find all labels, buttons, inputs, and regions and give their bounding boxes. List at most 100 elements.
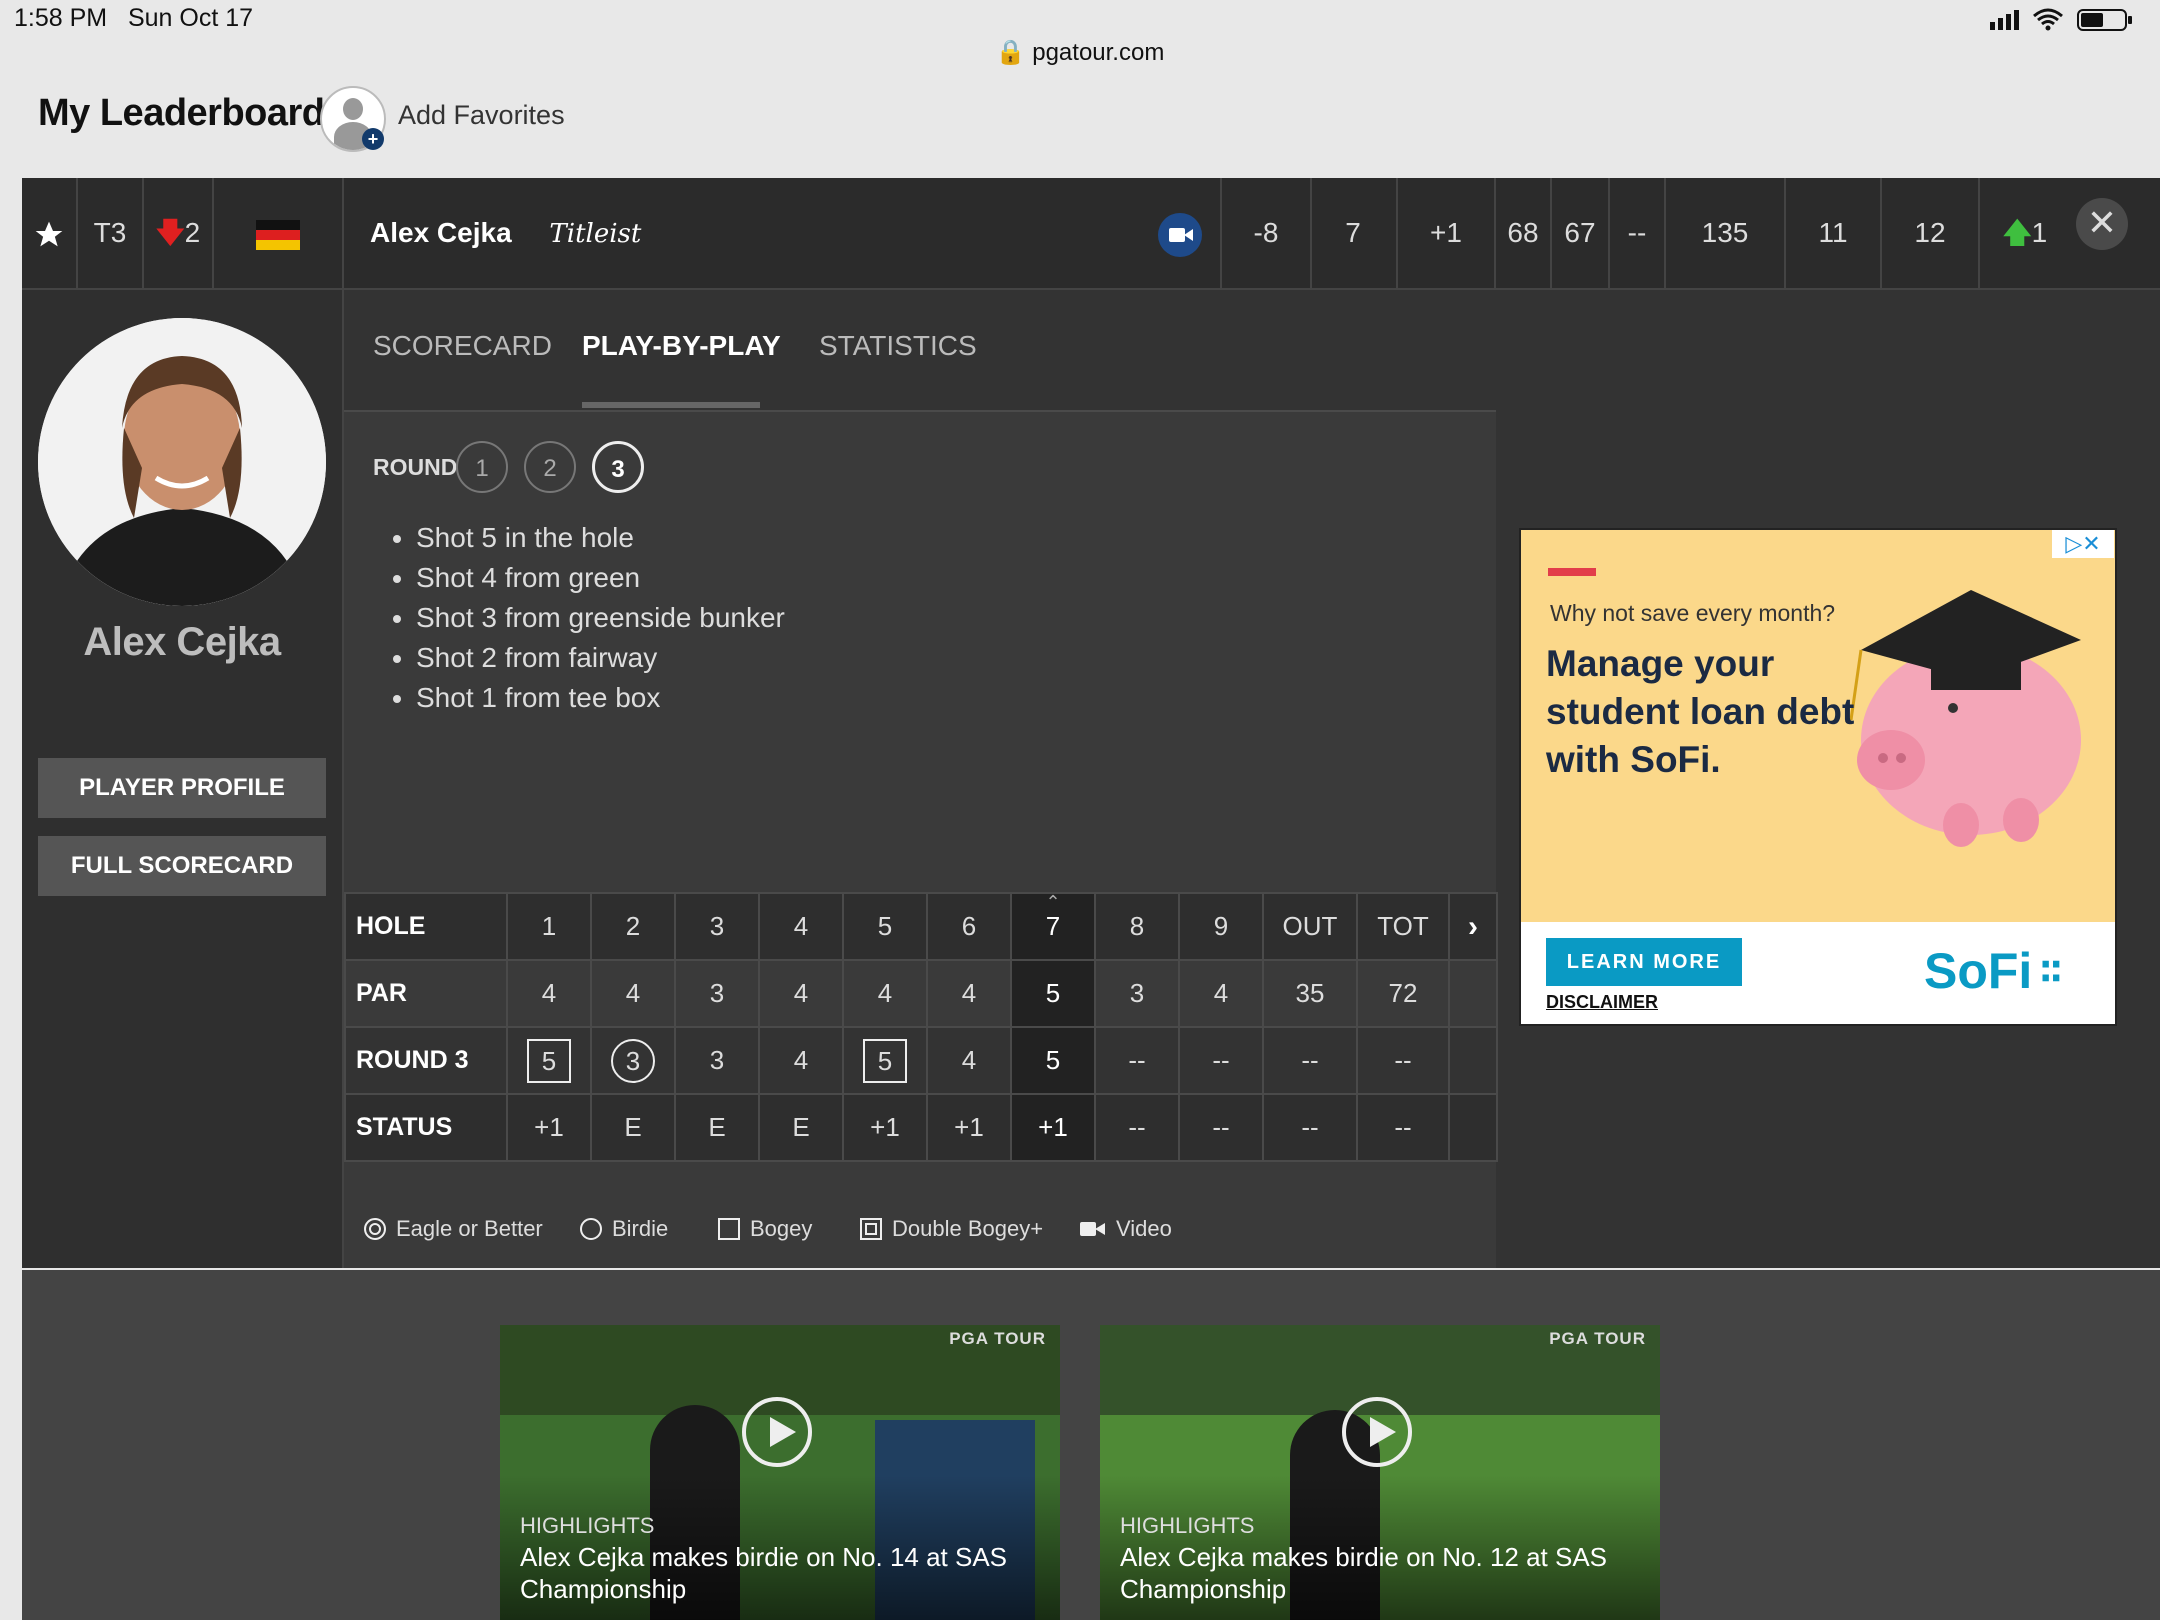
play-icon[interactable] [742, 1397, 812, 1467]
round-1-button[interactable]: 1 [456, 441, 508, 493]
square-icon [718, 1218, 740, 1240]
tab-statistics[interactable]: STATISTICS [819, 330, 977, 362]
tab-scorecard[interactable]: SCORECARD [373, 330, 552, 362]
hole-cell: 3 [674, 892, 760, 961]
table-row: HOLE 1 2 3 4 5 6 ⌃ 7 8 9 OUT TOT › [344, 892, 1498, 961]
ad-headline: Manage your student loan debt with SoFi. [1546, 643, 1855, 780]
hole-cell: 6 [926, 892, 1012, 961]
video-card[interactable]: PGA TOUR HIGHLIGHTS Alex Cejka makes bir… [1100, 1325, 1660, 1620]
score-cell-bogey: 5 [842, 1026, 928, 1095]
player-photo [38, 318, 326, 606]
score-cell: -- [1262, 1026, 1358, 1095]
hole-cell: 5 [842, 892, 928, 961]
system-icons [1990, 6, 2140, 39]
score-cell: 4 [758, 1026, 844, 1095]
score-cell: -- [1178, 1026, 1264, 1095]
par-cell: 4 [1178, 959, 1264, 1028]
circle-icon [580, 1218, 602, 1240]
row-label: HOLE [344, 892, 508, 961]
stat-a: 11 [1786, 178, 1882, 288]
list-item: Shot 2 from fairway [416, 638, 785, 678]
to-par: -8 [1220, 178, 1312, 288]
dots-logo-icon: ∶∶ [2040, 951, 2062, 992]
caret-up-icon: ⌃ [1045, 892, 1061, 912]
legend-birdie: Birdie [580, 1216, 668, 1242]
par-cell: 5 [1010, 959, 1096, 1028]
address-bar[interactable]: 🔒 pgatour.com [0, 38, 2160, 67]
video-category: HIGHLIGHTS [1120, 1513, 1255, 1538]
score-cell: -- [1356, 1026, 1450, 1095]
battery-icon [1990, 8, 2132, 31]
video-section [22, 1270, 2160, 1620]
status-cell: -- [1178, 1093, 1264, 1162]
score-cell: 4 [926, 1026, 1012, 1095]
chevron-right-icon[interactable]: › [1448, 892, 1498, 961]
round-2-score: 67 [1552, 178, 1610, 288]
tab-play-by-play[interactable]: PLAY-BY-PLAY [582, 330, 781, 362]
ad-subheading: Why not save every month? [1550, 600, 1836, 626]
video-brand: PGA TOUR [949, 1329, 1046, 1348]
par-cell: 72 [1356, 959, 1450, 1028]
par-cell: 4 [758, 959, 844, 1028]
learn-more-button[interactable]: LEARN MORE [1546, 938, 1742, 986]
current-hole-cell: ⌃ 7 [1010, 892, 1096, 961]
germany-flag-icon [214, 178, 344, 288]
arrow-down-icon: 🡇 [155, 217, 185, 248]
score-cell-birdie: 3 [590, 1026, 676, 1095]
row-label: ROUND 3 [344, 1026, 508, 1095]
status-cell: +1 [506, 1093, 592, 1162]
player-card-name: Alex Cejka [83, 620, 281, 664]
row-label: STATUS [344, 1093, 508, 1162]
ad-accent-line [1548, 568, 1596, 576]
par-cell: 4 [590, 959, 676, 1028]
thru: 7 [1310, 178, 1398, 288]
disclaimer-link[interactable]: DISCLAIMER [1546, 992, 1658, 1013]
status-cell: +1 [1010, 1093, 1096, 1162]
round-3-score: -- [1610, 178, 1666, 288]
table-row: ROUND 3 5 3 3 4 5 4 5 -- -- -- -- [344, 1026, 1498, 1095]
add-favorites-link[interactable]: Add Favorites [398, 100, 565, 131]
legend-video: Video [1080, 1216, 1172, 1242]
hole-cell: 9 [1178, 892, 1264, 961]
shot-list: Shot 5 in the hole Shot 4 from green Sho… [380, 518, 785, 718]
favorite-star-icon[interactable] [22, 178, 78, 288]
double-circle-icon [364, 1218, 386, 1240]
table-row: PAR 4 4 3 4 4 4 5 3 4 35 72 [344, 959, 1498, 1028]
close-icon[interactable]: ✕ [2076, 198, 2128, 250]
hole-cell: 8 [1094, 892, 1180, 961]
round-3-button[interactable]: 3 [592, 441, 644, 493]
plus-icon[interactable]: + [362, 128, 384, 150]
table-row: STATUS +1 E E E +1 +1 +1 -- -- -- -- [344, 1093, 1498, 1162]
ad-choices-icon[interactable]: ▷✕ [2052, 530, 2114, 558]
par-cell: 4 [506, 959, 592, 1028]
video-card[interactable]: PGA TOUR HIGHLIGHTS Alex Cejka makes bir… [500, 1325, 1060, 1620]
list-item: Shot 5 in the hole [416, 518, 785, 558]
play-icon[interactable] [1342, 1397, 1412, 1467]
video-camera-icon[interactable] [1140, 178, 1222, 288]
status-cell: E [590, 1093, 676, 1162]
lock-icon: 🔒 [995, 39, 1026, 66]
hole-cell: TOT [1356, 892, 1450, 961]
status-cell: E [758, 1093, 844, 1162]
player-profile-button[interactable]: PLAYER PROFILE [38, 758, 326, 818]
full-scorecard-button[interactable]: FULL SCORECARD [38, 836, 326, 896]
video-title[interactable]: Alex Cejka makes birdie on No. 14 at SAS… [520, 1541, 1020, 1605]
sofi-logo: SoFi ∶∶ [1924, 943, 2062, 999]
sponsor-logo: Titleist [549, 219, 642, 249]
legend-bogey: Bogey [718, 1216, 812, 1242]
status-cell: -- [1094, 1093, 1180, 1162]
round-2-button[interactable]: 2 [524, 441, 576, 493]
status-time: 1:58 PM Sun Oct 17 [14, 4, 254, 32]
status-cell: +1 [926, 1093, 1012, 1162]
row-label: PAR [344, 959, 508, 1028]
video-category: HIGHLIGHTS [520, 1513, 655, 1538]
player-name-cell[interactable]: Alex Cejka Titleist [344, 178, 1214, 288]
arrow-up-icon: 🡅 [2002, 217, 2032, 248]
url-text: pgatour.com [1032, 39, 1165, 66]
hole-cell: 1 [506, 892, 592, 961]
score-cell: -- [1094, 1026, 1180, 1095]
video-title[interactable]: Alex Cejka makes birdie on No. 12 at SAS… [1120, 1541, 1620, 1605]
video-brand: PGA TOUR [1549, 1329, 1646, 1348]
status-cell: -- [1356, 1093, 1450, 1162]
score-cell-bogey: 5 [506, 1026, 592, 1095]
